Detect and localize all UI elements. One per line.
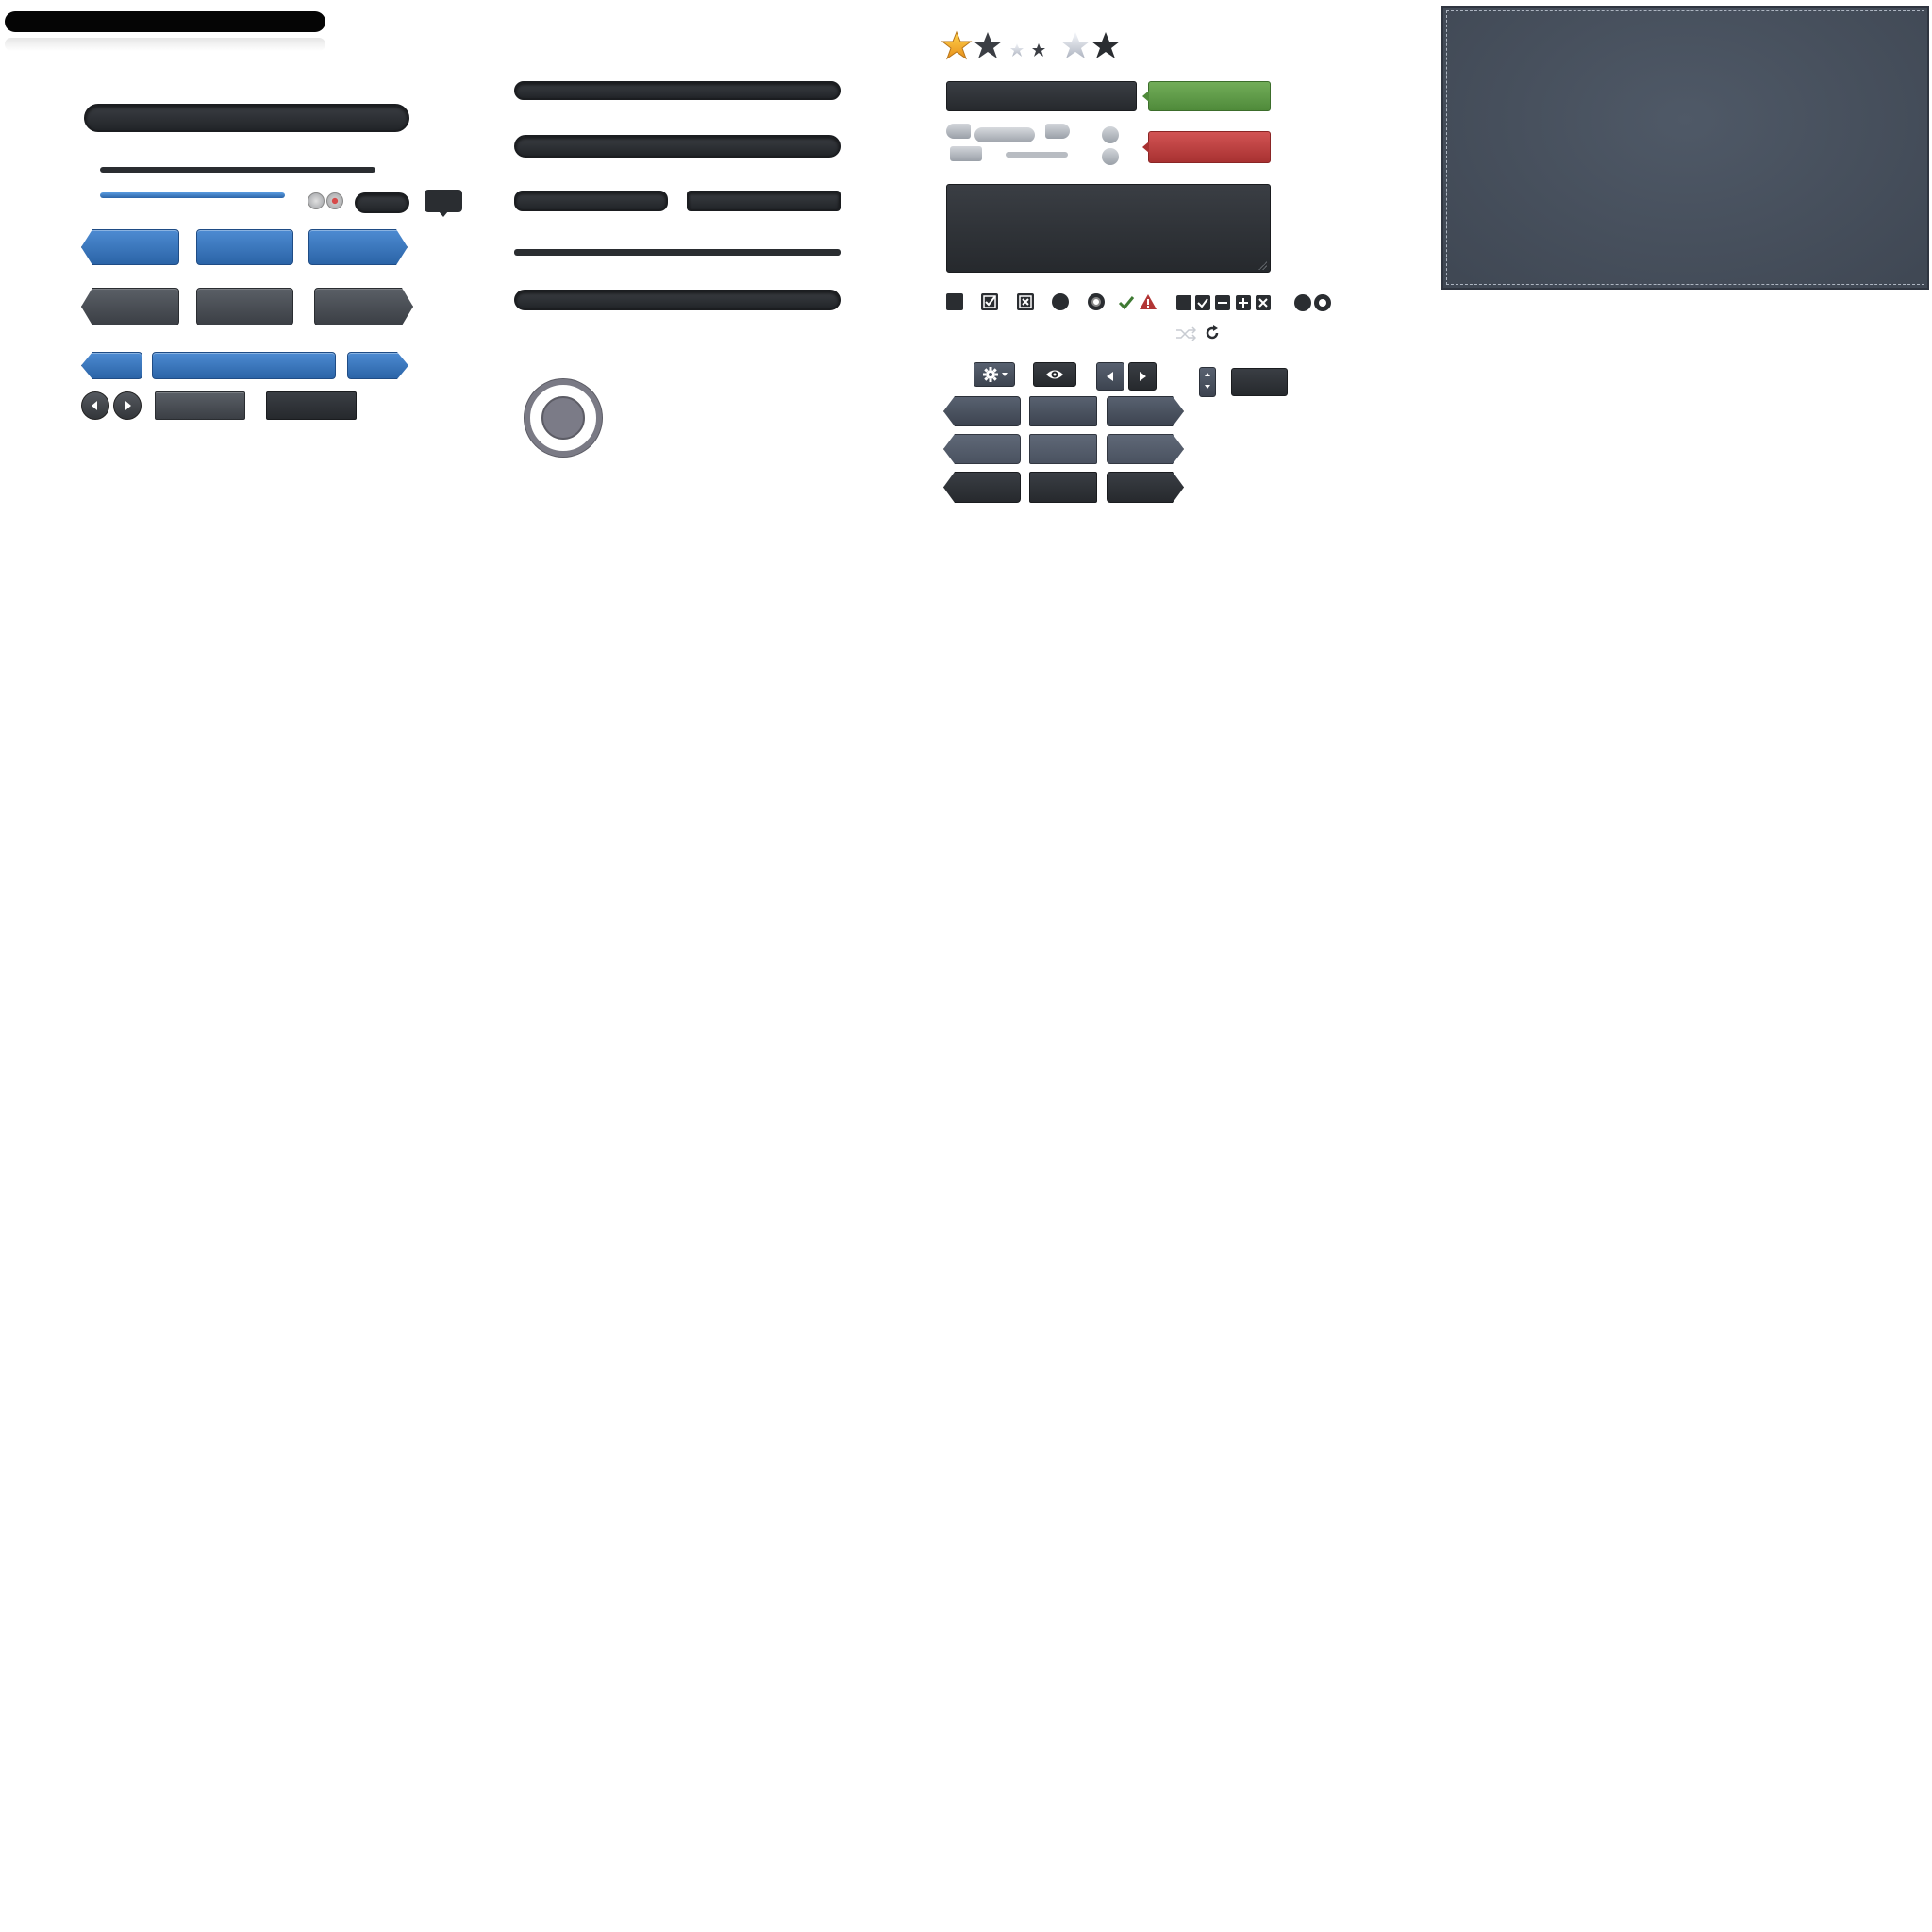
segment-grey-middle[interactable] bbox=[196, 288, 293, 325]
radio-checked[interactable] bbox=[1088, 293, 1105, 310]
segment-grey-right[interactable] bbox=[314, 288, 413, 325]
spin-input[interactable] bbox=[1231, 368, 1288, 396]
star-silver-icon bbox=[1061, 32, 1090, 58]
warning-icon bbox=[1140, 294, 1157, 309]
radio-unchecked[interactable] bbox=[1052, 293, 1069, 310]
dark-textarea[interactable] bbox=[946, 184, 1271, 273]
view-toggle-button[interactable] bbox=[1033, 362, 1076, 387]
shuffle-icon[interactable] bbox=[1175, 326, 1196, 341]
drop-zone-inner-border bbox=[1446, 10, 1924, 285]
segment-blue-right[interactable] bbox=[308, 229, 408, 265]
large-radio-button[interactable] bbox=[525, 379, 602, 457]
progress-bar bbox=[100, 192, 285, 198]
mini-minus-icon[interactable] bbox=[1215, 295, 1230, 310]
chevron-right-icon bbox=[125, 401, 131, 410]
header-bar bbox=[5, 11, 325, 32]
star-filled-icon bbox=[941, 30, 973, 60]
triangle-right-icon bbox=[1140, 372, 1146, 381]
mini-radio-checked[interactable] bbox=[1314, 294, 1331, 311]
scroll-track-thin[interactable] bbox=[1006, 152, 1068, 158]
grey-button[interactable] bbox=[155, 391, 245, 420]
radio-off-icon[interactable] bbox=[308, 192, 325, 209]
segment-grey-left[interactable] bbox=[81, 288, 179, 325]
star-empty-icon bbox=[974, 32, 1002, 58]
radio-dot bbox=[1319, 299, 1326, 307]
nav-dark-left[interactable] bbox=[943, 472, 1021, 503]
radio-on-icon[interactable] bbox=[326, 192, 343, 209]
input-track-split-left[interactable] bbox=[514, 191, 668, 211]
chevron-left-icon bbox=[92, 401, 97, 410]
star-small-light-icon bbox=[1010, 43, 1024, 57]
thin-divider bbox=[514, 249, 841, 256]
input-track-3[interactable] bbox=[514, 290, 841, 310]
spinner-up-button[interactable] bbox=[1102, 126, 1119, 143]
segment-thin-right[interactable] bbox=[347, 352, 408, 379]
star-dark-icon bbox=[1091, 32, 1120, 58]
pager-next-button[interactable] bbox=[113, 391, 142, 420]
gear-icon bbox=[983, 367, 1008, 382]
segment-thin-middle[interactable] bbox=[152, 352, 336, 379]
nav-dark-middle[interactable] bbox=[1029, 472, 1097, 503]
mini-check-icon[interactable] bbox=[1195, 295, 1210, 310]
mini-close-icon[interactable] bbox=[1256, 295, 1271, 310]
drop-zone-panel[interactable] bbox=[1441, 6, 1929, 290]
radio-dot bbox=[1091, 297, 1101, 307]
input-track-2[interactable] bbox=[514, 135, 841, 158]
input-track-1[interactable] bbox=[514, 81, 841, 100]
tooltip-pointer bbox=[439, 211, 448, 217]
checkbox-checked[interactable] bbox=[981, 293, 998, 310]
dark-input[interactable] bbox=[946, 81, 1137, 111]
success-tooltip-pointer bbox=[1142, 91, 1149, 102]
scroll-thumb[interactable] bbox=[974, 127, 1035, 142]
settings-dropdown-button[interactable] bbox=[974, 362, 1015, 387]
toggle-switch[interactable] bbox=[355, 192, 409, 213]
checkmark-icon bbox=[1118, 296, 1135, 310]
checkbox-crossed[interactable] bbox=[1017, 293, 1034, 310]
dark-button[interactable] bbox=[266, 391, 357, 420]
star-small-dark-icon bbox=[1032, 43, 1045, 57]
pager-prev-button[interactable] bbox=[81, 391, 109, 420]
x-icon bbox=[1019, 295, 1032, 308]
search-track[interactable] bbox=[84, 104, 409, 132]
eye-icon bbox=[1046, 370, 1063, 379]
nav-dark-right[interactable] bbox=[1107, 472, 1184, 503]
segment-blue-middle[interactable] bbox=[196, 229, 293, 265]
prev-button[interactable] bbox=[1096, 362, 1124, 391]
mini-radio-empty[interactable] bbox=[1294, 294, 1311, 311]
segment-thin-left[interactable] bbox=[81, 352, 142, 379]
mini-plus-icon[interactable] bbox=[1236, 295, 1251, 310]
nav-grey-middle[interactable] bbox=[1029, 434, 1097, 464]
success-tooltip bbox=[1148, 81, 1271, 111]
chevron-down-icon bbox=[1002, 373, 1008, 376]
refresh-icon[interactable] bbox=[1204, 325, 1221, 341]
spinner-down-button[interactable] bbox=[1102, 148, 1119, 165]
nav-slate-right[interactable] bbox=[1107, 396, 1184, 426]
mini-checkbox-empty[interactable] bbox=[1176, 295, 1191, 310]
rating-stars[interactable] bbox=[941, 30, 1130, 66]
large-radio-dot bbox=[541, 396, 585, 440]
nav-grey-right[interactable] bbox=[1107, 434, 1184, 464]
checkbox-unchecked[interactable] bbox=[946, 293, 963, 310]
header-bar-reflection bbox=[5, 38, 325, 51]
scroll-right-button[interactable] bbox=[1045, 124, 1070, 139]
nav-slate-left[interactable] bbox=[943, 396, 1021, 426]
segment-blue-left[interactable] bbox=[81, 229, 179, 265]
scroll-thumb-small[interactable] bbox=[950, 146, 982, 161]
caret-down-icon bbox=[1205, 385, 1210, 389]
error-tooltip bbox=[1148, 131, 1271, 163]
nav-slate-middle[interactable] bbox=[1029, 396, 1097, 426]
triangle-left-icon bbox=[1107, 372, 1113, 381]
spin-buttons[interactable] bbox=[1199, 367, 1216, 397]
next-button[interactable] bbox=[1128, 362, 1157, 391]
caret-up-icon bbox=[1205, 373, 1210, 376]
tooltip-bubble bbox=[425, 190, 462, 212]
error-tooltip-pointer bbox=[1142, 142, 1149, 153]
slider-track[interactable] bbox=[100, 167, 375, 173]
input-track-split-right[interactable] bbox=[687, 191, 841, 211]
resize-handle-icon[interactable] bbox=[1257, 260, 1267, 270]
nav-grey-left[interactable] bbox=[943, 434, 1021, 464]
check-icon bbox=[983, 295, 996, 308]
scroll-left-button[interactable] bbox=[946, 124, 971, 139]
